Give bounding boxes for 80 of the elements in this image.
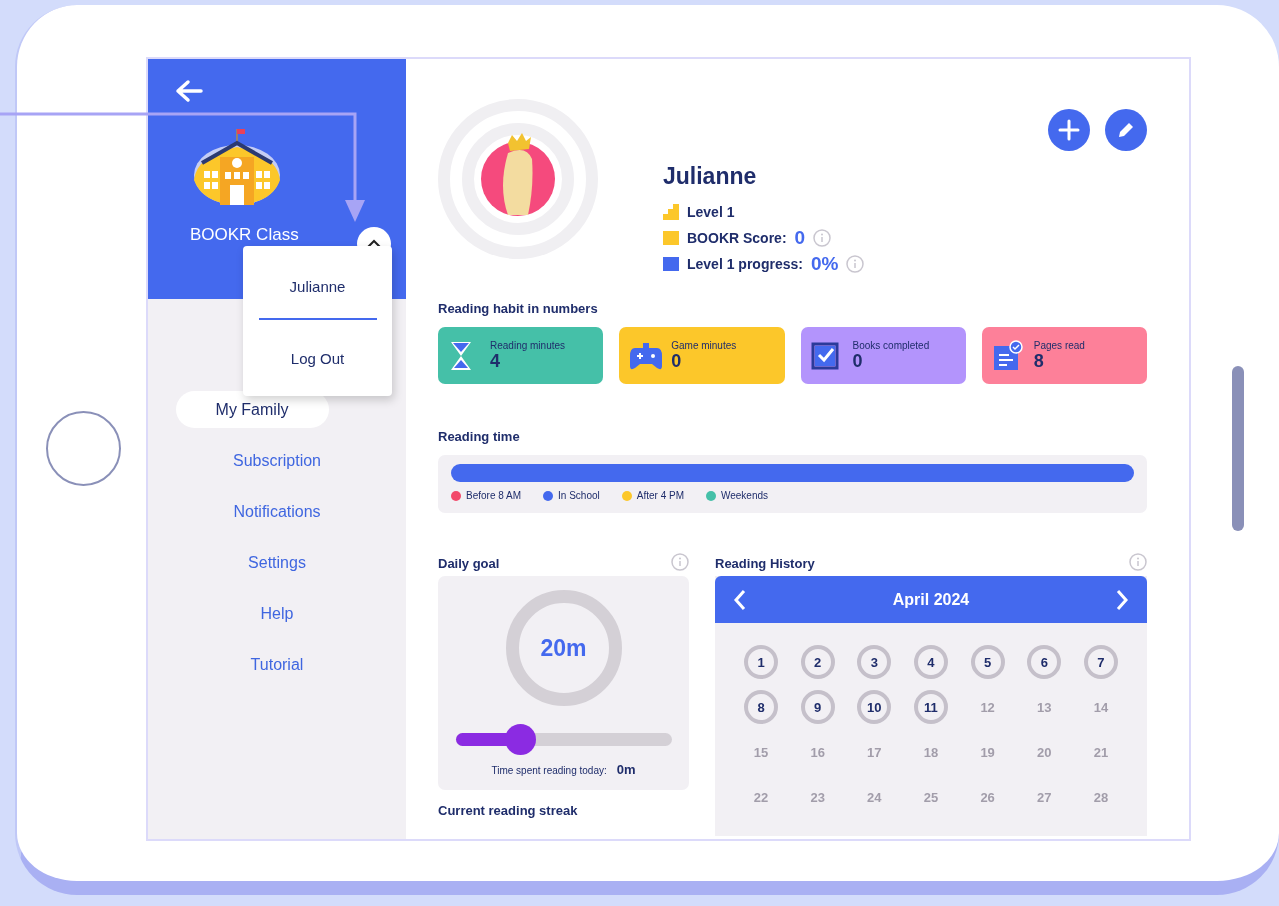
stat-value: 0 (671, 350, 683, 372)
calendar-day[interactable]: 11 (913, 690, 948, 724)
calendar-day[interactable]: 12 (970, 690, 1005, 724)
score-value: 0 (794, 226, 806, 249)
stat-value: 4 (490, 350, 500, 372)
section-title: Daily goal (438, 556, 500, 571)
calendar-day[interactable]: 20 (1027, 735, 1062, 769)
legend-label: In School (558, 490, 600, 501)
calendar-day[interactable]: 23 (800, 780, 835, 814)
calendar-day[interactable]: 26 (970, 780, 1005, 814)
calendar-day[interactable]: 10 (857, 690, 892, 724)
next-month-button[interactable] (1115, 588, 1129, 611)
chevron-right-icon (1115, 588, 1129, 611)
profile-name: Julianne (663, 163, 758, 190)
level-label: Level 1 (687, 203, 735, 220)
previous-month-button[interactable] (733, 588, 747, 611)
stairs-icon (663, 203, 679, 220)
menu-item[interactable]: My Family (175, 391, 329, 428)
legend-label: After 4 PM (636, 490, 684, 501)
stat-value: 8 (1033, 350, 1044, 372)
back-arrow-icon[interactable] (174, 79, 204, 103)
calendar-day[interactable]: 4 (913, 645, 948, 679)
progress-value: 0% (810, 252, 839, 275)
calendar-day[interactable]: 19 (970, 735, 1005, 769)
calendar-day[interactable]: 3 (857, 645, 892, 679)
score-label: BOOKR Score: (687, 229, 787, 246)
section-title: Current reading streak (438, 803, 579, 818)
calendar-day[interactable]: 1 (744, 645, 778, 679)
calendar-day[interactable]: 16 (800, 735, 835, 769)
menu-item[interactable]: Tutorial (220, 646, 334, 683)
section-title: Reading History (715, 556, 815, 571)
edit-button[interactable] (1105, 109, 1147, 151)
document-icon (991, 339, 1026, 372)
dropdown-item[interactable]: Log Out (257, 332, 378, 384)
calendar-day[interactable]: 7 (1083, 645, 1118, 679)
menu-item[interactable]: Help (230, 595, 324, 632)
today-value: 0m (616, 762, 636, 777)
progress-label: Level 1 progress: (687, 255, 803, 272)
dropdown-item[interactable]: Julianne (257, 260, 378, 312)
section-title: Reading time (438, 429, 521, 444)
slider-thumb[interactable] (505, 724, 537, 755)
legend-label: Before 8 AM (466, 490, 522, 501)
avatar-icon (436, 97, 600, 261)
calendar-day[interactable]: 15 (744, 735, 778, 769)
legend-label: Weekends (721, 490, 769, 501)
calendar-day[interactable]: 9 (800, 690, 835, 724)
month-title: April 2024 (892, 590, 970, 609)
add-button[interactable] (1048, 109, 1090, 151)
calendar-day[interactable]: 2 (800, 645, 835, 679)
calendar-day[interactable]: 28 (1083, 780, 1118, 814)
class-name: BOOKR Class (190, 225, 299, 245)
calendar-day[interactable]: 5 (970, 645, 1005, 679)
calendar-day[interactable]: 17 (857, 735, 892, 769)
home-button[interactable] (46, 411, 121, 486)
calendar-day[interactable]: 18 (913, 735, 948, 769)
goal-value: 20m (540, 634, 587, 662)
calendar-day[interactable]: 13 (1027, 690, 1062, 724)
calendar-day[interactable]: 24 (857, 780, 892, 814)
menu-item[interactable]: Notifications (203, 493, 351, 530)
pencil-icon (1116, 120, 1136, 140)
stat-label: Game minutes (671, 339, 737, 351)
stat-label: Books completed (852, 339, 930, 351)
calendar-day[interactable]: 8 (744, 690, 778, 724)
today-label: Time spent reading today: (491, 765, 607, 776)
stat-value: 0 (852, 350, 864, 372)
section-title: Reading habit in numbers (438, 301, 599, 316)
chevron-left-icon (733, 588, 747, 611)
square-icon (663, 230, 679, 245)
stat-label: Pages read (1033, 339, 1085, 351)
calendar-day[interactable]: 6 (1027, 645, 1062, 679)
plus-icon (1058, 119, 1080, 141)
calendar-day[interactable]: 27 (1027, 780, 1062, 814)
menu-item[interactable]: Settings (218, 544, 336, 581)
stat-label: Reading minutes (490, 339, 566, 351)
menu-item[interactable]: Subscription (202, 442, 351, 479)
square-icon (663, 256, 679, 271)
calendar-day[interactable]: 25 (913, 780, 948, 814)
calendar-day[interactable]: 21 (1083, 735, 1118, 769)
calendar-day[interactable]: 22 (744, 780, 778, 814)
calendar-day[interactable]: 14 (1083, 690, 1118, 724)
